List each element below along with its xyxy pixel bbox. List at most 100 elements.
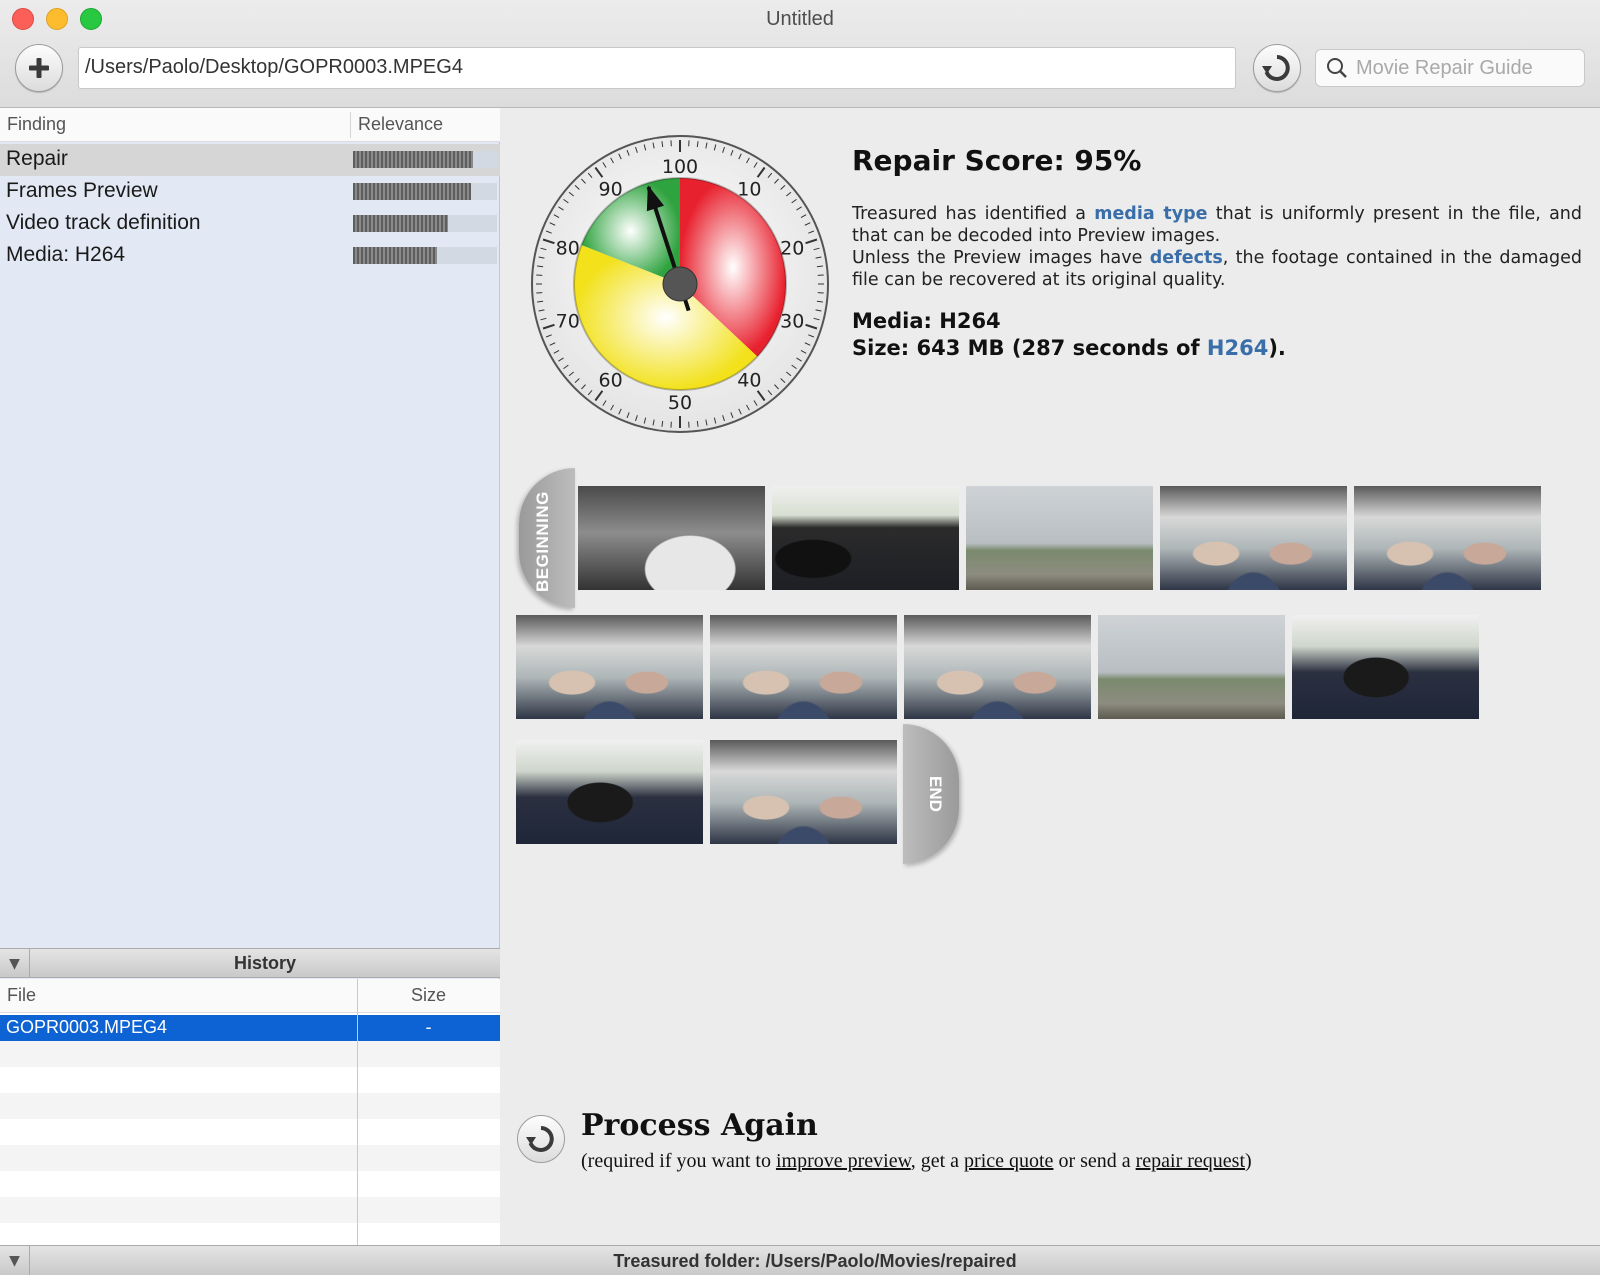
relevance-bar bbox=[353, 183, 497, 200]
size-text: ). bbox=[1268, 336, 1286, 360]
triangle-down-icon: ▼ bbox=[9, 955, 20, 972]
status-bar: ▼ Treasured folder: /Users/Paolo/Movies/… bbox=[0, 1245, 1600, 1275]
process-text: or send a bbox=[1058, 1150, 1131, 1172]
plus-icon bbox=[29, 58, 49, 78]
search-icon bbox=[1327, 58, 1347, 78]
frame-thumbnail[interactable] bbox=[966, 486, 1153, 590]
app-window: Untitled /Users/Paolo/Desktop/GOPR0003.M… bbox=[0, 0, 1600, 1275]
history-title: History bbox=[233, 953, 296, 973]
process-text: , get a bbox=[910, 1150, 960, 1172]
size-text: Size: 643 MB (287 seconds of bbox=[852, 336, 1200, 360]
desc-text: Treasured has identified a bbox=[852, 204, 1086, 224]
frame-thumbnail[interactable] bbox=[1098, 615, 1285, 719]
process-again-title: Process Again bbox=[581, 1108, 818, 1143]
frame-thumbnail[interactable] bbox=[516, 615, 703, 719]
media-info: Media: H264 Size: 643 MB (287 seconds of… bbox=[852, 308, 1286, 362]
finding-column-header[interactable]: Finding bbox=[7, 114, 66, 135]
history-empty-row bbox=[0, 1119, 500, 1145]
history-row[interactable]: GOPR0003.MPEG4 - bbox=[0, 1015, 500, 1041]
search-field[interactable] bbox=[1315, 49, 1585, 87]
gauge-label: 60 bbox=[599, 369, 623, 391]
history-empty-row bbox=[0, 1041, 500, 1067]
gauge-label: 20 bbox=[780, 238, 804, 260]
relevance-bar bbox=[353, 151, 497, 168]
finding-label: Frames Preview bbox=[6, 179, 158, 202]
defects-link[interactable]: defects bbox=[1150, 248, 1223, 268]
h264-link[interactable]: H264 bbox=[1207, 336, 1268, 360]
repair-score-title: Repair Score: 95% bbox=[852, 144, 1142, 177]
history-collapse-button[interactable]: ▼ bbox=[0, 949, 30, 978]
finding-row-media[interactable]: Media: H264 bbox=[0, 240, 500, 272]
history-empty-row bbox=[0, 1067, 500, 1093]
relevance-bar-fill bbox=[353, 247, 437, 264]
process-text: (required if you want to bbox=[581, 1150, 771, 1172]
file-column-header[interactable]: File bbox=[7, 985, 36, 1006]
process-again-subtitle: (required if you want to improve preview… bbox=[581, 1150, 1252, 1173]
history-empty-row bbox=[0, 1145, 500, 1171]
size-column-header[interactable]: Size bbox=[357, 985, 500, 1006]
reprocess-button[interactable] bbox=[1253, 44, 1301, 92]
gauge-label: 90 bbox=[599, 179, 623, 201]
relevance-bar-fill bbox=[353, 215, 449, 232]
process-text: ) bbox=[1245, 1150, 1252, 1172]
improve-preview-link[interactable]: improve preview bbox=[776, 1150, 911, 1172]
frame-thumbnail[interactable] bbox=[516, 740, 703, 844]
gauge-label: 10 bbox=[737, 179, 761, 201]
search-input[interactable] bbox=[1356, 56, 1576, 80]
desc-text: Unless the Preview images have bbox=[852, 248, 1143, 268]
refresh-icon bbox=[1262, 55, 1290, 81]
needle-hub bbox=[662, 266, 698, 302]
frame-thumbnail[interactable] bbox=[710, 615, 897, 719]
file-path-field[interactable]: /Users/Paolo/Desktop/GOPR0003.MPEG4 bbox=[78, 47, 1236, 89]
frame-thumbnail[interactable] bbox=[710, 740, 897, 844]
price-quote-link[interactable]: price quote bbox=[964, 1150, 1053, 1172]
repair-request-link[interactable]: repair request bbox=[1136, 1150, 1245, 1172]
gauge-label: 40 bbox=[737, 369, 761, 391]
relevance-bar-fill bbox=[353, 183, 472, 200]
gauge-label: 80 bbox=[556, 238, 580, 260]
finding-row-frames-preview[interactable]: Frames Preview bbox=[0, 176, 500, 208]
media-type-link[interactable]: media type bbox=[1094, 204, 1207, 224]
sidebar: Finding Relevance Repair Frames Preview … bbox=[0, 108, 500, 1245]
history-table: File Size GOPR0003.MPEG4 - bbox=[0, 979, 500, 1245]
beginning-tab[interactable]: BEGINNING bbox=[519, 468, 575, 608]
size-line: Size: 643 MB (287 seconds of H264). bbox=[852, 335, 1286, 362]
status-collapse-button[interactable]: ▼ bbox=[0, 1246, 30, 1275]
column-divider bbox=[357, 979, 358, 1245]
gauge-label: 100 bbox=[662, 156, 698, 178]
history-header-bar: ▼ History bbox=[0, 948, 500, 978]
relevance-column-header[interactable]: Relevance bbox=[358, 114, 443, 135]
report-panel: 100 10 20 30 40 50 60 70 80 90 Repair Score: 95% … bbox=[501, 108, 1600, 1245]
frame-thumbnail[interactable] bbox=[772, 486, 959, 590]
media-line: Media: H264 bbox=[852, 309, 1001, 333]
repair-score-gauge: 100 10 20 30 40 50 60 70 80 90 bbox=[531, 135, 829, 433]
history-empty-row bbox=[0, 1093, 500, 1119]
end-label: END bbox=[926, 776, 945, 812]
finding-label: Video track definition bbox=[6, 211, 201, 234]
frame-thumbnail[interactable] bbox=[904, 615, 1091, 719]
frame-thumbnail[interactable] bbox=[1160, 486, 1347, 590]
finding-row-video-track[interactable]: Video track definition bbox=[0, 208, 500, 240]
relevance-bar bbox=[353, 247, 497, 264]
frame-thumbnail[interactable] bbox=[578, 486, 765, 590]
gauge-label: 70 bbox=[556, 310, 580, 332]
frame-thumbnail[interactable] bbox=[1292, 615, 1479, 719]
finding-row-repair[interactable]: Repair bbox=[0, 144, 500, 176]
refresh-icon bbox=[526, 1126, 554, 1152]
gauge-label: 50 bbox=[668, 392, 692, 414]
relevance-bar bbox=[353, 215, 497, 232]
triangle-down-icon: ▼ bbox=[9, 1252, 20, 1269]
findings-header: Finding Relevance bbox=[0, 108, 500, 142]
history-file-size: - bbox=[425, 1017, 432, 1037]
gauge-label: 30 bbox=[780, 310, 804, 332]
window-title: Untitled bbox=[766, 8, 834, 30]
title-bar: Untitled /Users/Paolo/Desktop/GOPR0003.M… bbox=[0, 0, 1600, 108]
end-tab[interactable]: END bbox=[903, 724, 959, 864]
add-file-button[interactable] bbox=[15, 44, 63, 92]
history-file-name: GOPR0003.MPEG4 bbox=[6, 1017, 168, 1037]
history-empty-row bbox=[0, 1171, 500, 1197]
relevance-bar-fill bbox=[353, 151, 473, 168]
treasured-folder-path: Treasured folder: /Users/Paolo/Movies/re… bbox=[613, 1251, 1017, 1271]
frame-thumbnail[interactable] bbox=[1354, 486, 1541, 590]
process-again-button[interactable] bbox=[517, 1115, 565, 1163]
